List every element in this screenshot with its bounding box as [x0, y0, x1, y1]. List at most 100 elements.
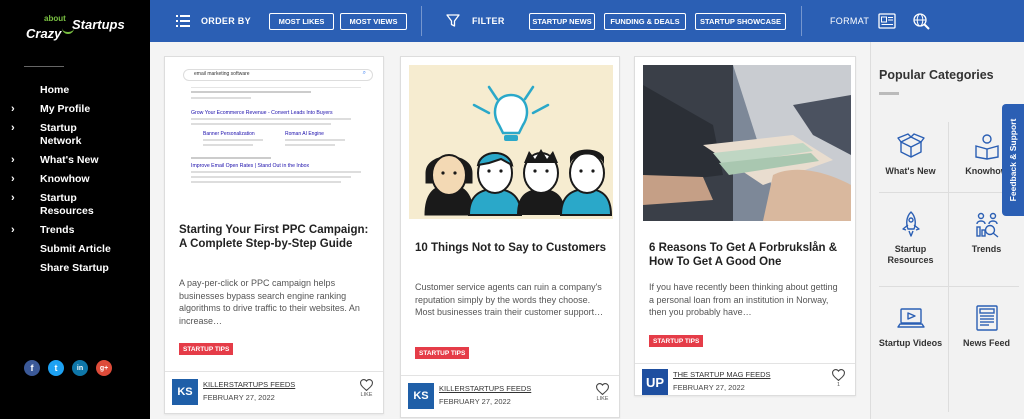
startup-showcase-button[interactable]: STARTUP SHOWCASE — [695, 13, 786, 30]
serp-line — [191, 181, 341, 183]
chevron-right-icon: › — [11, 122, 15, 134]
order-by-label: ORDER BY — [201, 16, 251, 26]
googleplus-icon[interactable]: g+ — [96, 360, 112, 376]
category-startup-resources[interactable]: Startup Resources — [873, 210, 948, 266]
category-tag[interactable]: STARTUP TIPS — [179, 343, 234, 355]
source-link[interactable]: THE STARTUP MAG FEEDS — [673, 370, 771, 379]
sidebar-item-home[interactable]: Home — [0, 84, 150, 97]
most-views-button[interactable]: MOST VIEWS — [340, 13, 407, 30]
sidebar-item-label: Startup Network — [40, 122, 82, 147]
newspaper-icon — [975, 305, 998, 331]
popular-categories-panel: Popular Categories What's New Knowhow St… — [870, 42, 1024, 419]
logo-crazy-text: Crazy — [26, 26, 62, 41]
like-button[interactable]: LIKE — [360, 379, 373, 398]
source-logo[interactable]: KS — [408, 383, 434, 409]
source-link[interactable]: KILLERSTARTUPS FEEDS — [439, 384, 531, 393]
reader-book-icon — [974, 134, 999, 160]
like-button[interactable]: 1 — [832, 369, 845, 388]
article-title[interactable]: Starting Your First PPC Campaign: A Comp… — [179, 223, 374, 251]
article-card[interactable]: 10 Things Not to Say to Customers Custom… — [400, 56, 620, 418]
article-card[interactable]: email marketing software ⌕ Grow Your Eco… — [164, 56, 384, 414]
article-excerpt: A pay-per-click or PPC campaign helps bu… — [179, 278, 360, 326]
sidebar-item-label: Knowhow — [40, 173, 90, 185]
sidebar-item-label: Home — [40, 84, 70, 96]
serp-line — [191, 171, 361, 173]
chevron-right-icon: › — [11, 173, 15, 185]
open-box-icon — [896, 133, 925, 158]
category-label: Trends — [971, 244, 1002, 254]
chevron-right-icon: › — [11, 192, 15, 204]
article-image-customers[interactable] — [409, 65, 613, 219]
sidebar-item-startup-resources[interactable]: › Startup Resources — [0, 192, 110, 218]
filter-icon — [446, 14, 460, 27]
serp-line — [191, 91, 311, 93]
serp-sitelink: Roman AI Engine — [285, 131, 324, 137]
card-footer-divider — [401, 375, 619, 376]
popular-categories-title: Popular Categories — [879, 68, 994, 82]
serp-line — [191, 118, 351, 120]
site-logo[interactable]: about Crazy Startups — [26, 14, 126, 48]
category-label: Startup Videos — [878, 338, 943, 348]
category-trends[interactable]: Trends — [949, 210, 1024, 255]
like-label: LIKE — [596, 396, 609, 402]
article-date: FEBRUARY 27, 2022 — [439, 397, 511, 406]
facebook-icon[interactable]: f — [24, 360, 40, 376]
linkedin-icon[interactable]: in — [72, 360, 88, 376]
source-logo[interactable]: KS — [172, 379, 198, 405]
category-whats-new[interactable]: What's New — [873, 132, 948, 177]
article-excerpt: Customer service agents can ruin a compa… — [415, 282, 604, 317]
sidebar-item-trends[interactable]: › Trends — [0, 224, 150, 237]
top-toolbar: ORDER BY MOST LIKES MOST VIEWS FILTER ST… — [150, 0, 1024, 42]
title-underline — [879, 92, 899, 95]
grid-divider — [879, 286, 1019, 287]
funding-deals-button[interactable]: FUNDING & DEALS — [604, 13, 686, 30]
sidebar-item-startup-network[interactable]: › Startup Network — [0, 122, 100, 148]
sidebar-item-label: My Profile — [40, 103, 91, 115]
source-logo[interactable]: UP — [642, 369, 668, 395]
article-excerpt: If you have recently been thinking about… — [649, 282, 838, 317]
like-label: LIKE — [360, 392, 373, 398]
filter-label: FILTER — [472, 16, 505, 26]
category-tag[interactable]: STARTUP TIPS — [415, 347, 470, 359]
article-title[interactable]: 10 Things Not to Say to Customers — [415, 241, 610, 255]
sidebar-item-label: Submit Article — [40, 243, 111, 255]
sidebar-item-share-startup[interactable]: Share Startup — [0, 262, 150, 275]
sidebar-item-knowhow[interactable]: › Knowhow — [0, 173, 150, 186]
article-format-icon[interactable] — [878, 13, 896, 29]
article-title[interactable]: 6 Reasons To Get A Forbrukslån & How To … — [649, 241, 844, 269]
search-query-text: email marketing software — [194, 71, 250, 77]
card-footer-divider — [165, 371, 383, 372]
serp-ad-title: Grow Your Ecommerce Revenue - Convert Le… — [191, 110, 333, 116]
source-link[interactable]: KILLERSTARTUPS FEEDS — [203, 380, 295, 389]
category-label: What's New — [885, 166, 936, 176]
heart-icon — [360, 379, 373, 391]
list-order-icon — [176, 15, 190, 27]
category-tag[interactable]: STARTUP TIPS — [649, 335, 704, 347]
like-button[interactable]: LIKE — [596, 383, 609, 402]
startup-news-button[interactable]: STARTUP NEWS — [529, 13, 595, 30]
most-likes-button[interactable]: MOST LIKES — [269, 13, 334, 30]
article-card[interactable]: 6 Reasons To Get A Forbrukslån & How To … — [634, 56, 856, 396]
feedback-support-tab[interactable]: Feedback & Support — [1002, 104, 1024, 216]
serp-sitelink: Banner Personalization — [203, 131, 255, 137]
article-image-serp[interactable]: email marketing software ⌕ Grow Your Eco… — [173, 65, 377, 217]
sidebar-item-submit-article[interactable]: Submit Article — [0, 243, 150, 256]
category-news-feed[interactable]: News Feed — [949, 304, 1024, 349]
search-bar-thumbnail: email marketing software ⌕ — [183, 69, 373, 81]
global-search-icon[interactable] — [912, 12, 930, 30]
video-laptop-icon — [896, 308, 925, 328]
chevron-right-icon: › — [11, 103, 15, 115]
search-icon: ⌕ — [362, 70, 366, 76]
twitter-icon[interactable]: t — [48, 360, 64, 376]
category-startup-videos[interactable]: Startup Videos — [873, 304, 948, 349]
article-grid: email marketing software ⌕ Grow Your Eco… — [150, 42, 870, 419]
sidebar-item-whats-new[interactable]: › What's New — [0, 154, 150, 167]
serp-line — [191, 157, 271, 159]
sidebar-item-my-profile[interactable]: › My Profile — [0, 103, 150, 116]
article-image-money[interactable] — [643, 65, 851, 221]
sidebar-divider — [24, 66, 64, 67]
serp-line — [191, 123, 331, 125]
article-date: FEBRUARY 27, 2022 — [203, 393, 275, 402]
money-handover-photo — [643, 65, 851, 221]
serp-line — [191, 97, 251, 99]
